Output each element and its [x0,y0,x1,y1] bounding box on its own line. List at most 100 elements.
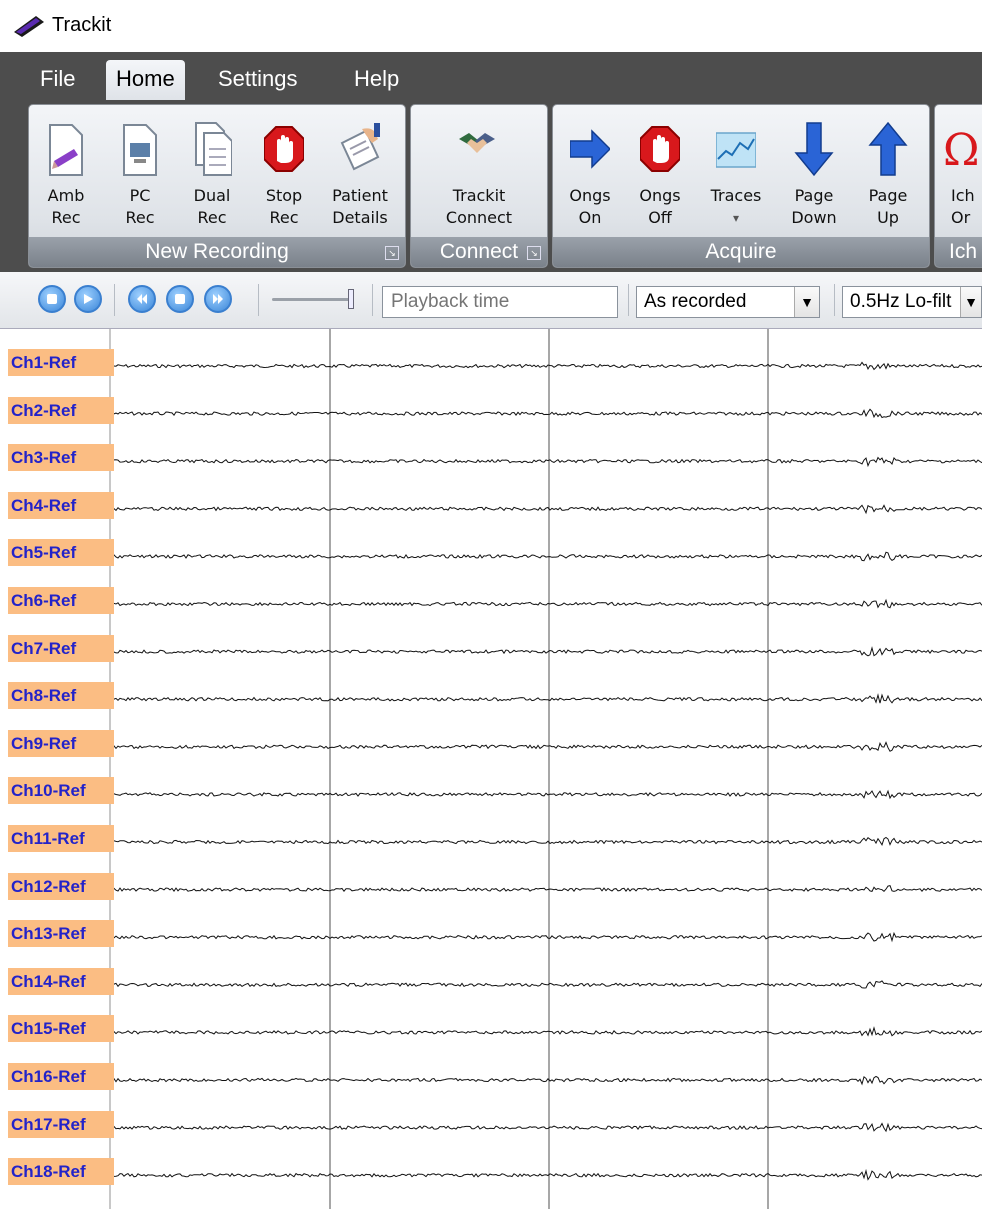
eeg-trace-line [111,836,982,846]
group-new-recording: Amb Rec PC Rec Dual Rec Stop Rec Patient… [28,104,406,268]
play-icon [84,294,93,304]
eeg-trace-line [111,789,982,800]
channel-label[interactable]: Ch15-Ref [8,1015,114,1043]
channel-label[interactable]: Ch12-Ref [8,872,114,900]
eeg-trace-line [111,456,982,468]
pc-rec-label-1: PC [129,186,151,205]
arrow-right-icon [570,129,610,169]
stop-icon [175,294,185,304]
channel-label[interactable]: Ch1-Ref [8,349,114,376]
filter-select[interactable]: 0.5Hz Lo-filt ▼ [842,286,982,318]
channel-label[interactable]: Ch11-Ref [8,825,114,852]
group-label-ich: Ich [935,237,982,267]
arrow-down-icon [794,122,834,177]
traces-button[interactable]: Traces ▾ [703,115,769,233]
channel-label[interactable]: Ch9-Ref [8,729,114,757]
eeg-trace-line [111,980,982,989]
channel-label[interactable]: Ch6-Ref [8,587,114,614]
play-button[interactable] [74,285,102,313]
menu-bar: File Home Settings Help [0,52,982,100]
patient-details-button[interactable]: Patient Details [327,115,393,233]
eeg-trace-line [111,598,982,609]
trackit-connect-button[interactable]: Trackit Connect [431,115,527,233]
menu-home[interactable]: Home [106,60,185,100]
ongs-off-label-1: Ongs [639,186,681,205]
channel-label[interactable]: Ch3-Ref [8,444,114,472]
group-acquire: Ongs On Ongs Off Traces ▾ Page Down Page… [552,104,930,268]
toolbar-separator [628,284,629,316]
stop-rec-button[interactable]: Stop Rec [251,115,317,233]
new-recording-launcher-icon[interactable]: ↘ [385,246,399,260]
arrow-up-icon [868,121,908,176]
fast-forward-icon [213,294,223,304]
channel-label[interactable]: Ch10-Ref [8,777,114,805]
group-label-acquire: Acquire [553,237,929,267]
window-title: Trackit [52,14,112,36]
dual-rec-button[interactable]: Dual Rec [179,115,245,233]
ongs-on-button[interactable]: Ongs On [557,115,623,233]
eeg-trace-line [111,1122,982,1133]
channel-label[interactable]: Ch5-Ref [8,539,114,567]
ribbon: Amb Rec PC Rec Dual Rec Stop Rec Patient… [0,100,982,272]
page-up-button[interactable]: Page Up [855,115,921,233]
ich-on-button[interactable]: Ω Ich Or [939,115,982,233]
ich-label-2: Or [951,208,971,227]
page-up-label-1: Page [868,186,908,205]
ongs-on-label-2: On [578,208,602,227]
channel-label[interactable]: Ch2-Ref [8,396,114,424]
toolbar-separator [258,284,259,316]
eeg-trace-line [111,504,982,515]
channel-label[interactable]: Ch18-Ref [8,1158,114,1186]
connect-launcher-icon[interactable]: ↘ [527,246,541,260]
trackit-connect-label-2: Connect [445,208,513,227]
pc-rec-label-2: Rec [125,208,155,227]
rewind-button[interactable] [128,285,156,313]
channel-label[interactable]: Ch13-Ref [8,920,114,948]
chevron-down-icon[interactable]: ▼ [960,287,981,317]
amb-rec-label-2: Rec [51,208,81,227]
menu-file[interactable]: File [30,60,85,100]
eeg-trace-line [111,646,982,657]
omega-icon: Ω [943,125,979,176]
amb-rec-button[interactable]: Amb Rec [33,115,99,233]
chevron-down-icon[interactable]: ▼ [794,287,819,317]
channel-label[interactable]: Ch4-Ref [8,491,114,519]
eeg-trace-line [112,361,982,371]
fast-forward-button[interactable] [204,285,232,313]
menu-help[interactable]: Help [344,60,409,100]
playback-speed-slider[interactable] [272,289,354,309]
group-label-new-recording: New Recording [29,237,405,267]
montage-select-value: As recorded [644,291,747,312]
dual-rec-icon [195,122,232,176]
pc-rec-button[interactable]: PC Rec [107,115,173,233]
channel-label[interactable]: Ch17-Ref [8,1110,114,1138]
eeg-trace-line [111,551,982,562]
channel-label[interactable]: Ch16-Ref [8,1063,114,1090]
page-down-button[interactable]: Page Down [781,115,847,233]
channel-label[interactable]: Ch7-Ref [8,634,114,662]
pause-stop-button[interactable] [166,285,194,313]
eeg-trace-line [111,693,982,704]
channel-label[interactable]: Ch8-Ref [8,682,114,710]
montage-select[interactable]: As recorded ▼ [636,286,820,318]
dual-rec-label-2: Rec [197,208,227,227]
slider-thumb[interactable] [348,289,354,309]
playback-time-input[interactable] [382,286,618,318]
page-up-label-2: Up [877,208,899,227]
menu-settings[interactable]: Settings [208,60,308,100]
traces-chart-icon [716,132,756,168]
ongs-off-button[interactable]: Ongs Off [627,115,693,233]
traces-dropdown-icon: ▾ [732,211,740,225]
stop-playback-button[interactable] [38,285,66,313]
eeg-trace-area[interactable]: Ch1-Ref Ch2-Ref Ch3-Ref Ch4-Ref Ch5-Ref Ch6-R… [0,329,982,1209]
eeg-trace-line [111,1075,982,1086]
rewind-icon [137,294,147,304]
channel-label[interactable]: Ch14-Ref [8,967,114,995]
page-down-label-1: Page [794,186,834,205]
stop-rec-label-1: Stop [265,186,303,205]
stop-hand-icon [264,126,304,172]
patient-details-icon [340,123,380,171]
eeg-trace-line [111,408,982,419]
dual-rec-label-1: Dual [193,186,231,205]
group-connect: Trackit Connect Connect ↘ [410,104,548,268]
